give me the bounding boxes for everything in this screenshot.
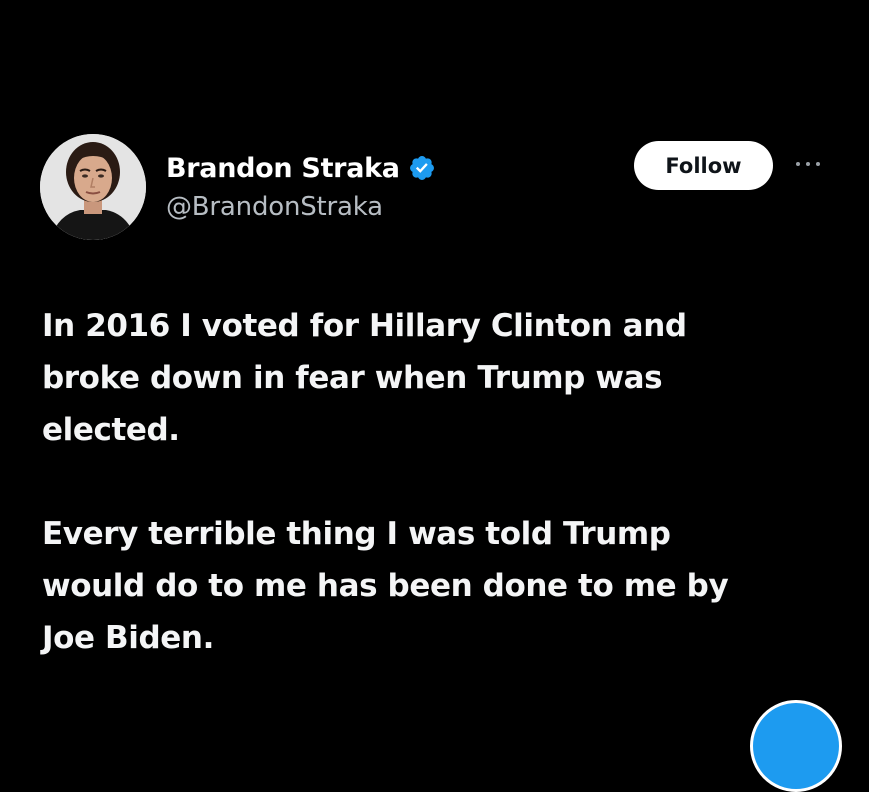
more-options-icon[interactable] [790,150,826,178]
tweet-body: In 2016 I voted for Hillary Clinton and … [42,300,832,664]
author-name-row: Brandon Straka [166,148,436,188]
compose-icon[interactable] [750,700,842,792]
follow-button[interactable]: Follow [634,141,773,190]
tweet-paragraph-2: Every terrible thing I was told Trump wo… [42,516,729,656]
verified-badge-icon[interactable] [408,154,436,182]
author-info: Brandon Straka @BrandonStraka [166,148,436,222]
tweet-card: Brandon Straka @BrandonStraka Follow In … [0,0,869,792]
author-handle[interactable]: @BrandonStraka [166,192,436,222]
tweet-paragraph-1: In 2016 I voted for Hillary Clinton and … [42,308,687,448]
author-avatar[interactable] [40,134,146,240]
author-display-name[interactable]: Brandon Straka [166,153,400,184]
avatar-photo-icon [40,134,146,240]
